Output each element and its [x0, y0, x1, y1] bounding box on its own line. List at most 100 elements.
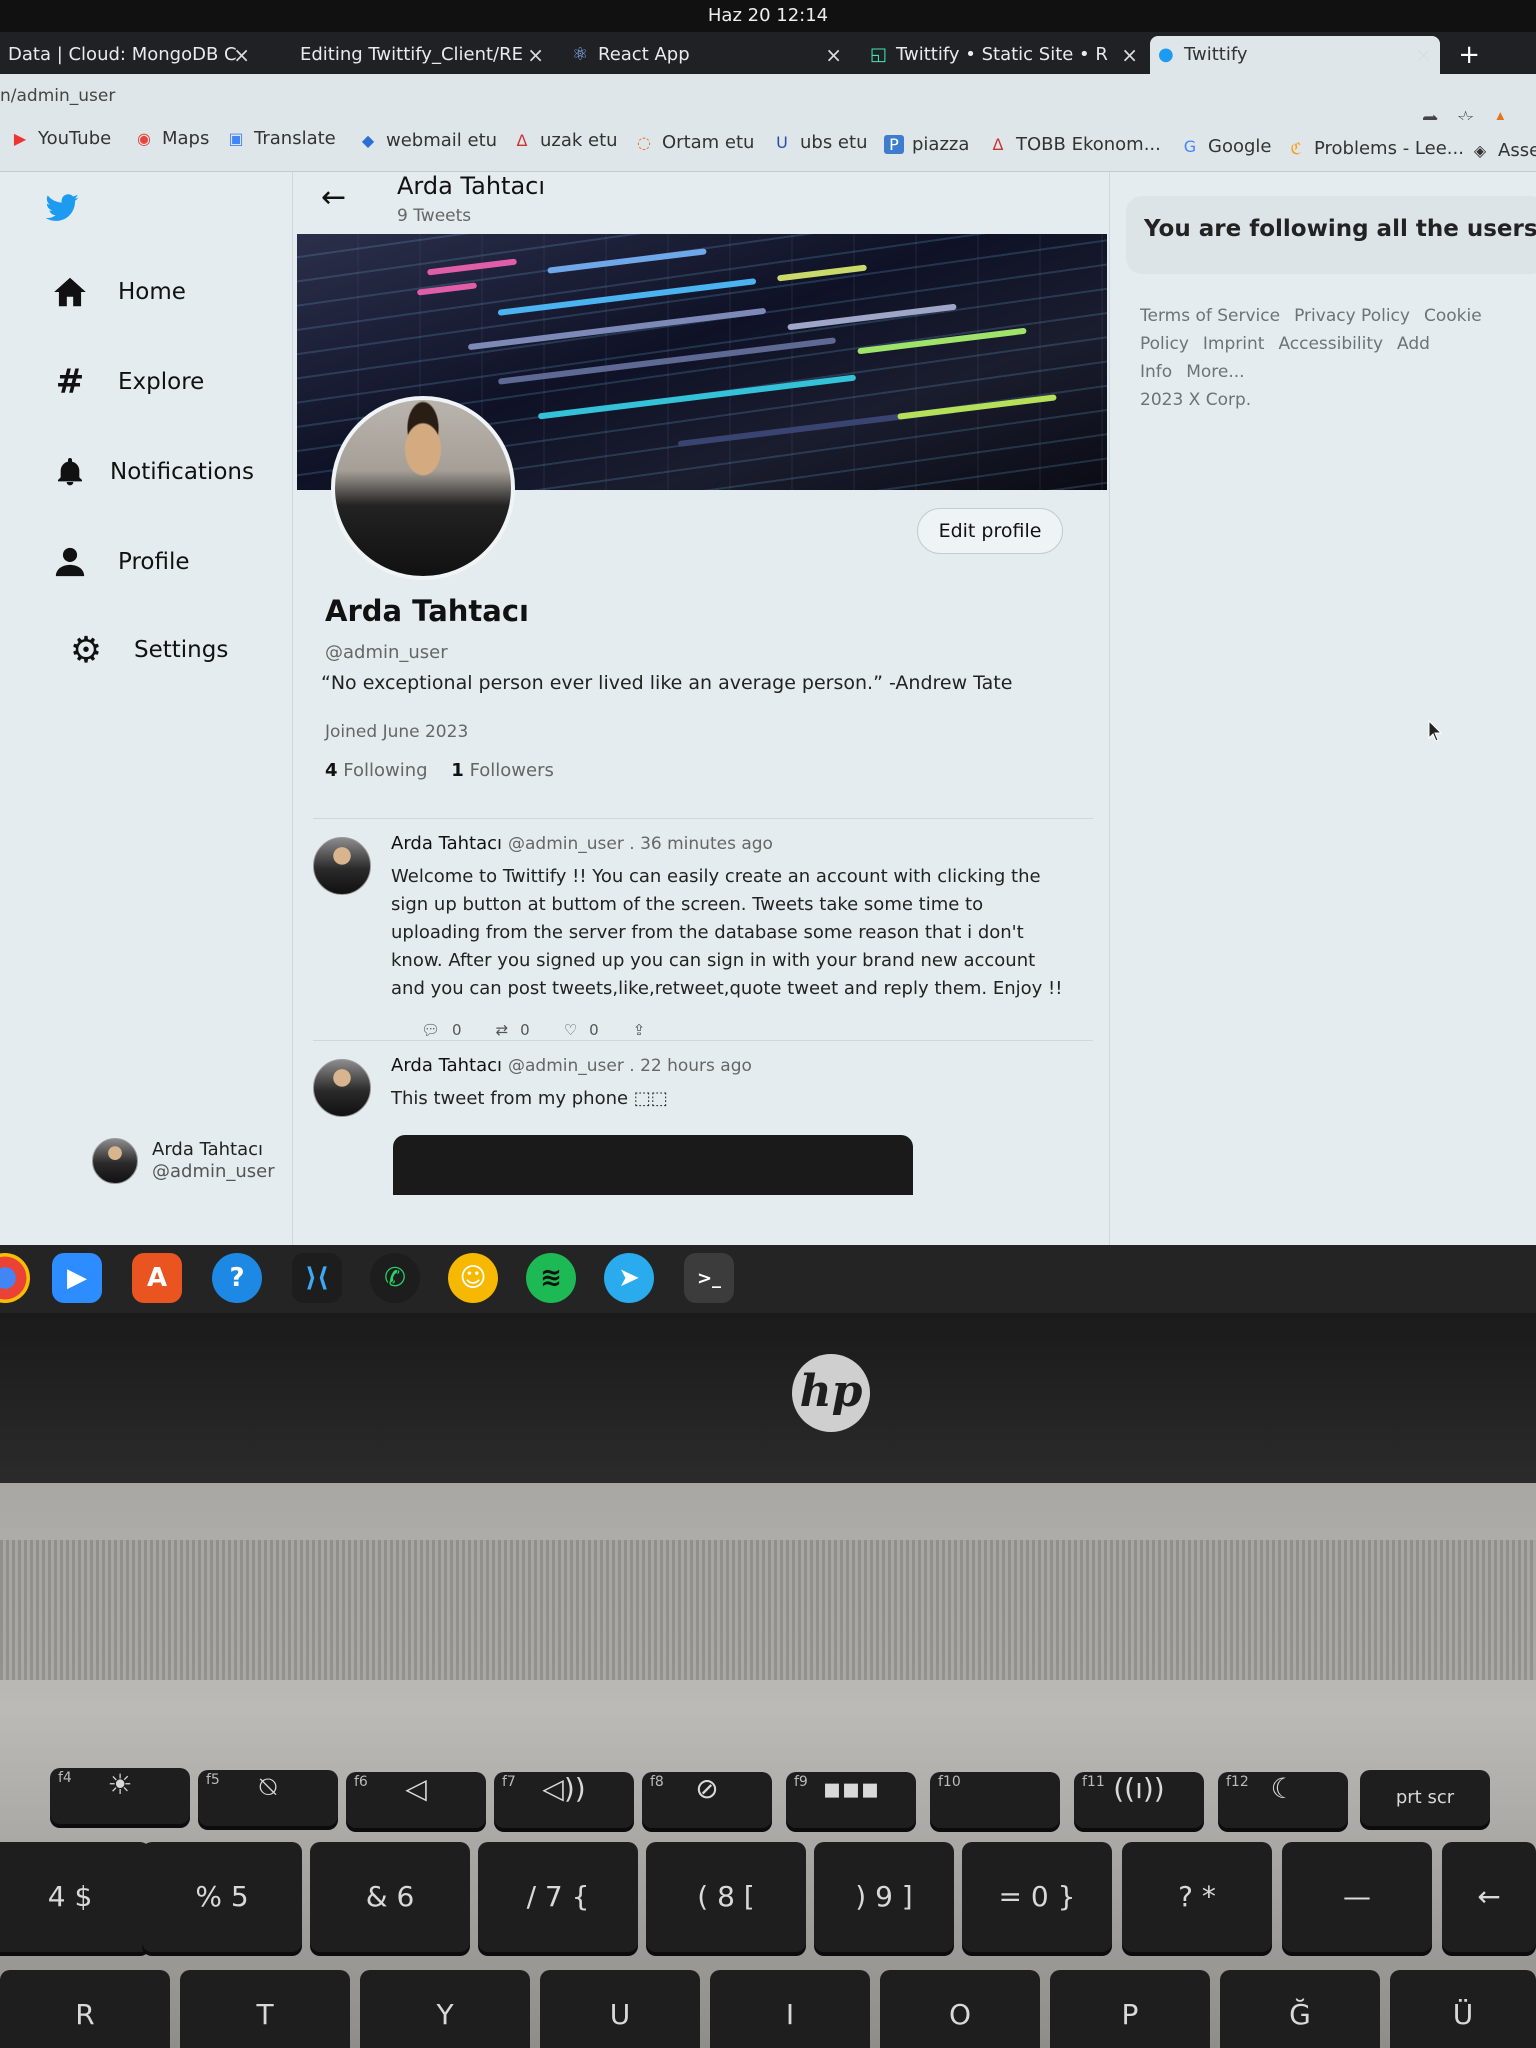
help-icon[interactable]: ? — [212, 1253, 262, 1303]
nav-home[interactable]: Home — [50, 268, 186, 316]
bookmark-uzak[interactable]: Δuzak etu — [512, 130, 618, 151]
bookmark-translate[interactable]: ▣ Translate — [226, 128, 336, 149]
key-6[interactable]: & 6 — [310, 1842, 470, 1952]
like-button[interactable]: ♡ 0 — [564, 1021, 599, 1039]
key-u-umlaut[interactable]: Ü — [1390, 1970, 1536, 2048]
key-9[interactable]: ) 9 ] — [814, 1842, 954, 1952]
bookmark-ortam[interactable]: ◌ Ortam etu — [634, 132, 754, 153]
following-link[interactable]: 4 Following — [325, 760, 428, 781]
address-bar[interactable]: n/admin_user ➦☆▲ — [0, 74, 1536, 130]
key-backspace[interactable]: ← — [1442, 1842, 1536, 1952]
bookmark-piazza[interactable]: Ppiazza — [884, 134, 969, 155]
tweet-image[interactable] — [393, 1135, 913, 1195]
key-r[interactable]: R — [0, 1970, 170, 2048]
profile-avatar[interactable] — [331, 396, 515, 580]
key-f8[interactable]: f8 ⊘ — [642, 1772, 772, 1828]
share-button[interactable]: ⇪ — [633, 1021, 646, 1039]
tab-static-site[interactable]: ◱ Twittify • Static Site • R × — [862, 36, 1146, 74]
nav-notifications[interactable]: Notifications — [50, 448, 254, 496]
avatar[interactable] — [313, 837, 371, 895]
tab-mongodb[interactable]: Data | Cloud: MongoDB C × — [0, 36, 258, 74]
new-tab-button[interactable]: + — [1458, 36, 1480, 74]
close-icon[interactable]: × — [1121, 36, 1138, 74]
profile-column: ← Arda Tahtacı 9 Tweets Edit profile Ard… — [292, 172, 1110, 1245]
bookmark-leetcode[interactable]: ℭ Problems - Lee... — [1286, 138, 1464, 159]
bookmark-youtube[interactable]: ▶ YouTube — [10, 128, 111, 149]
tweet-author[interactable]: Arda Tahtacı — [391, 1055, 502, 1076]
tab-twittify[interactable]: ● Twittify × — [1150, 36, 1440, 74]
close-icon[interactable]: × — [527, 36, 544, 74]
telegram-icon[interactable]: ➤ — [604, 1253, 654, 1303]
key-f7[interactable]: f7 ◁)) — [494, 1772, 634, 1828]
profile-handle: @admin_user — [325, 642, 448, 663]
close-icon[interactable]: × — [233, 36, 250, 74]
chrome-icon[interactable] — [0, 1253, 30, 1303]
reply-button[interactable]: 💬︎ 0 — [421, 1021, 462, 1039]
footer-link[interactable]: Privacy Policy — [1294, 306, 1410, 326]
discord-icon[interactable]: ☺ — [448, 1253, 498, 1303]
twitter-logo-icon[interactable] — [44, 190, 80, 226]
followers-link[interactable]: 1 Followers — [451, 760, 554, 781]
nav-explore[interactable]: # Explore — [50, 358, 205, 406]
bookmark-label: Translate — [254, 128, 336, 149]
key-8[interactable]: ( 8 [ — [646, 1842, 806, 1952]
tweet-meta: Arda Tahtacı @admin_user . 22 hours ago — [391, 1055, 752, 1076]
account-switcher[interactable]: Arda Tahtacı @admin_user — [92, 1138, 275, 1184]
app-center-icon[interactable]: A — [132, 1253, 182, 1303]
bookmark-webmail[interactable]: ◆ webmail etu — [358, 130, 497, 151]
key-y[interactable]: Y — [360, 1970, 530, 2048]
footer-link[interactable]: Imprint — [1203, 334, 1265, 354]
bookmark-ubs[interactable]: Uubs etu — [772, 132, 867, 153]
close-icon[interactable]: × — [1415, 36, 1432, 74]
key-4[interactable]: 4 $ — [0, 1842, 150, 1952]
whatsapp-icon[interactable]: ✆ — [370, 1253, 420, 1303]
bookmark-asse[interactable]: ◈ Asse — [1470, 140, 1536, 161]
key-7[interactable]: / 7 { — [478, 1842, 638, 1952]
vscode-icon[interactable]: ⟩⟨ — [292, 1253, 342, 1303]
key-f10[interactable]: f10 — [930, 1772, 1060, 1828]
url-text[interactable]: n/admin_user — [0, 86, 115, 106]
key-5[interactable]: % 5 — [142, 1842, 302, 1952]
key-f6[interactable]: f6 ◁ — [346, 1772, 486, 1828]
bookmark-label: YouTube — [38, 128, 112, 149]
terminal-icon[interactable]: >_ — [684, 1253, 734, 1303]
key-p[interactable]: P — [1050, 1970, 1210, 2048]
footer-link[interactable]: More... — [1186, 362, 1244, 382]
key-f12[interactable]: f12 ☾ — [1218, 1772, 1348, 1828]
key-f5[interactable]: f5 ⍉ — [198, 1770, 338, 1826]
key-u[interactable]: U — [540, 1970, 700, 2048]
tab-editing-client[interactable]: Editing Twittify_Client/RE × — [292, 36, 552, 74]
key-f11[interactable]: f11 ((ı)) — [1074, 1772, 1204, 1828]
asset-icon: ◈ — [1473, 141, 1487, 160]
tweet[interactable]: Arda Tahtacı @admin_user . 22 hours ago T… — [313, 1040, 1093, 1245]
key-o[interactable]: O — [880, 1970, 1040, 2048]
key-f9[interactable]: f9 ▪▪▪ — [786, 1772, 916, 1828]
bookmark-google[interactable]: G Google — [1180, 136, 1272, 157]
tweet-author[interactable]: Arda Tahtacı — [391, 833, 502, 854]
bookmark-maps[interactable]: ◉ Maps — [134, 128, 209, 149]
back-arrow-icon[interactable]: ← — [321, 180, 346, 215]
ubuntu-dock: ▶ A ? ⟩⟨ ✆ ☺ ≋ ➤ >_ — [0, 1245, 1536, 1313]
key-0[interactable]: = 0 } — [962, 1842, 1112, 1952]
zoom-icon[interactable]: ▶ — [52, 1253, 102, 1303]
tweet[interactable]: Arda Tahtacı @admin_user . 36 minutes ago… — [313, 818, 1093, 1040]
bookmark-label: ubs etu — [800, 132, 868, 153]
edit-profile-button[interactable]: Edit profile — [917, 508, 1063, 554]
footer-link[interactable]: Accessibility — [1278, 334, 1383, 354]
spotify-icon[interactable]: ≋ — [526, 1253, 576, 1303]
tab-react-app[interactable]: ⚛ React App × — [564, 36, 850, 74]
bookmark-tobb[interactable]: Δ TOBB Ekonom... — [988, 134, 1161, 155]
avatar[interactable] — [313, 1059, 371, 1117]
nav-settings[interactable]: ⚙ Settings — [66, 626, 228, 674]
key-star[interactable]: ? * — [1122, 1842, 1272, 1952]
key-minus[interactable]: — — [1282, 1842, 1432, 1952]
key-f4[interactable]: f4 ☀ — [50, 1768, 190, 1824]
footer-link[interactable]: Terms of Service — [1140, 306, 1280, 326]
key-t[interactable]: T — [180, 1970, 350, 2048]
nav-profile[interactable]: Profile — [50, 538, 190, 586]
key-g-breve[interactable]: Ğ — [1220, 1970, 1380, 2048]
key-i[interactable]: I — [710, 1970, 870, 2048]
retweet-button[interactable]: ⇄ 0 — [496, 1021, 530, 1039]
close-icon[interactable]: × — [825, 36, 842, 74]
key-prtscr[interactable]: prt scr — [1360, 1770, 1490, 1826]
